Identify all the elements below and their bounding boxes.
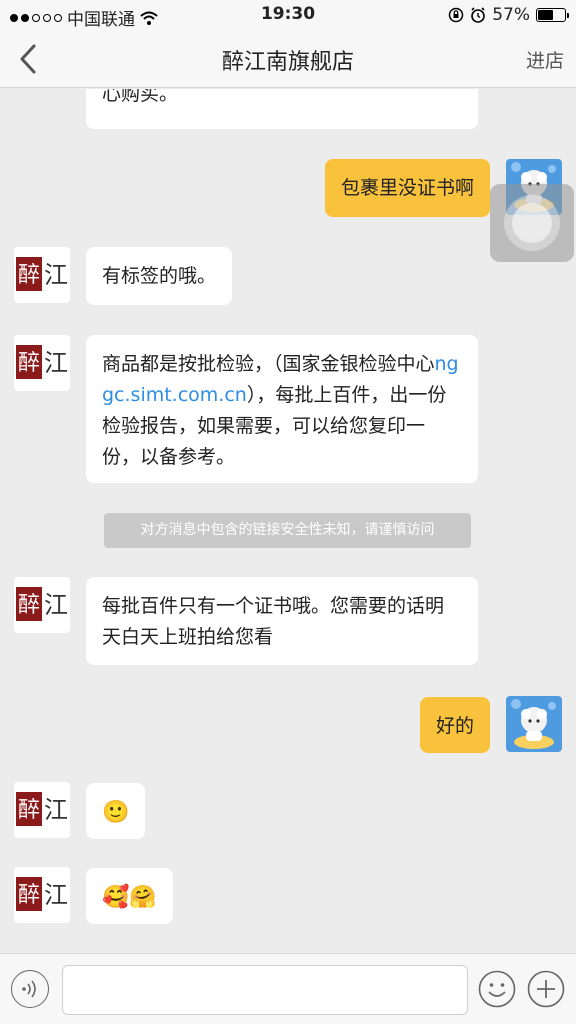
message-text: 心购买。 — [102, 89, 179, 105]
message-bubble-outgoing[interactable]: 好的 — [419, 697, 490, 753]
message-text: 好的 — [435, 715, 474, 737]
message-text: 包裹里没证书啊 — [340, 177, 474, 199]
battery-percent: 57% — [492, 5, 530, 25]
message-input[interactable] — [62, 965, 468, 1015]
message-bubble-incoming[interactable]: 心购买。 — [86, 89, 478, 129]
svg-text:江: 江 — [44, 261, 68, 289]
shop-logo-icon: 醉 江 — [16, 257, 68, 291]
floating-assistive-button[interactable] — [490, 184, 574, 262]
emoji-smile: 🙂 — [102, 800, 130, 825]
battery-icon — [536, 8, 569, 22]
plus-icon[interactable] — [527, 970, 565, 1008]
status-right: 57% — [448, 5, 569, 25]
svg-text:醉: 醉 — [18, 883, 40, 908]
svg-text:醉: 醉 — [18, 593, 40, 618]
shop-avatar[interactable]: 醉 江 — [14, 577, 70, 633]
svg-text:醉: 醉 — [18, 351, 40, 376]
user-avatar[interactable] — [506, 696, 562, 752]
enter-shop-button[interactable]: 进店 — [526, 46, 564, 73]
link-safety-notice: 对方消息中包含的链接安全性未知，请谨慎访问 — [104, 513, 471, 548]
message-text: 商品都是按批检验，（国家金银检验中心 — [102, 353, 435, 375]
svg-text:江: 江 — [44, 881, 68, 909]
page-title: 醉江南旗舰店 — [221, 50, 354, 75]
message-bubble-incoming[interactable]: 有标签的哦。 — [86, 247, 233, 305]
message-bubble-incoming[interactable]: 商品都是按批检验，（国家金银检验中心nggc.simt.com.cn），每批上百… — [86, 335, 478, 483]
message-bubble-outgoing[interactable]: 包裹里没证书啊 — [324, 159, 490, 217]
svg-text:江: 江 — [44, 796, 68, 824]
input-bar — [0, 953, 576, 1024]
message-bubble-incoming[interactable]: 每批百件只有一个证书哦。您需要的话明天白天上班拍给您看 — [86, 577, 478, 665]
chat-area[interactable]: 心购买。 包裹里没证书啊 醉 江 有标签的哦。 醉 江 商品都是按批检验，（国家… — [0, 89, 576, 953]
svg-text:江: 江 — [44, 591, 68, 619]
svg-text:醉: 醉 — [18, 263, 40, 288]
emoji-button-icon[interactable] — [478, 970, 516, 1008]
status-bar: 中国联通 19:30 57% — [0, 0, 576, 30]
emoji-pair: 🥰🤗 — [102, 885, 157, 910]
shop-logo-icon: 醉 江 — [16, 587, 68, 621]
sheep-avatar-icon — [506, 696, 562, 752]
shop-avatar[interactable]: 醉 江 — [14, 247, 70, 303]
orientation-lock-icon — [448, 7, 464, 23]
svg-text:醉: 醉 — [18, 798, 40, 823]
svg-text:江: 江 — [44, 349, 68, 377]
message-text: 有标签的哦。 — [102, 265, 217, 287]
shop-avatar[interactable]: 醉 江 — [14, 867, 70, 923]
message-bubble-incoming[interactable]: 🙂 — [86, 783, 146, 839]
shop-avatar[interactable]: 醉 江 — [14, 335, 70, 391]
shop-logo-icon: 醉 江 — [16, 345, 68, 379]
shop-logo-icon: 醉 江 — [16, 792, 68, 826]
voice-icon — [22, 980, 36, 998]
shop-logo-icon: 醉 江 — [16, 877, 68, 911]
nav-bar: 醉江南旗舰店 进店 — [0, 30, 576, 88]
message-bubble-incoming[interactable]: 🥰🤗 — [86, 868, 173, 924]
shop-avatar[interactable]: 醉 江 — [14, 782, 70, 838]
message-text: 每批百件只有一个证书哦。您需要的话明天白天上班拍给您看 — [102, 595, 445, 648]
alarm-icon — [471, 7, 486, 23]
voice-button[interactable] — [11, 970, 49, 1008]
